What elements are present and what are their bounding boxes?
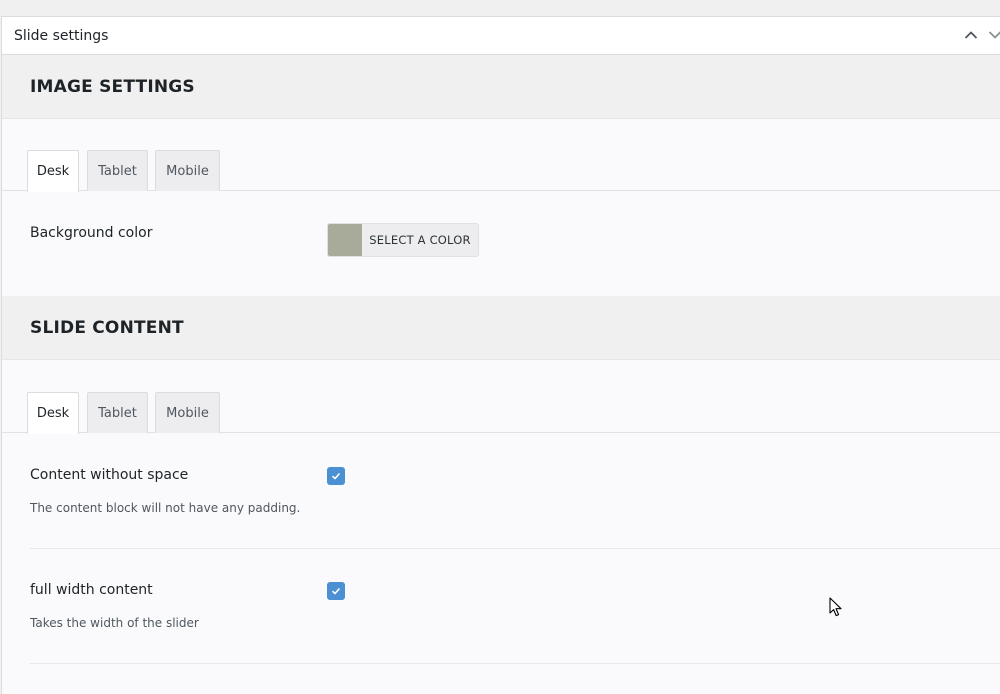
content-without-space-label: Content without space <box>30 467 189 483</box>
full-width-content-checkbox[interactable] <box>327 582 345 600</box>
select-color-button[interactable]: SELECT A COLOR <box>327 223 479 257</box>
background-color-label: Background color <box>30 225 153 241</box>
tab-mobile[interactable]: Mobile <box>155 150 220 191</box>
image-settings-header: IMAGE SETTINGS <box>2 55 1000 119</box>
content-without-space-checkbox[interactable] <box>327 467 345 485</box>
tab-desk[interactable]: Desk <box>27 392 79 434</box>
select-color-label: SELECT A COLOR <box>369 233 471 247</box>
full-width-content-label: full width content <box>30 582 153 598</box>
full-width-content-description: Takes the width of the slider <box>30 616 199 630</box>
slide-content-title: SLIDE CONTENT <box>30 318 184 338</box>
tab-desk[interactable]: Desk <box>27 150 79 192</box>
field-divider <box>30 548 1000 549</box>
image-settings-title: IMAGE SETTINGS <box>30 77 195 97</box>
slide-content-tabs: Desk Tablet Mobile <box>2 392 1000 434</box>
checkmark-icon <box>331 587 341 595</box>
panel-header: Slide settings <box>2 17 1000 55</box>
tab-tablet[interactable]: Tablet <box>87 392 148 433</box>
chevron-down-icon[interactable] <box>987 27 1000 43</box>
panel-title: Slide settings <box>14 28 109 44</box>
slide-settings-panel: Slide settings IMAGE SETTINGS Desk Table… <box>1 16 1000 694</box>
tab-tablet[interactable]: Tablet <box>87 150 148 191</box>
color-swatch <box>328 224 362 256</box>
image-settings-tabs: Desk Tablet Mobile <box>2 150 1000 192</box>
chevron-up-icon[interactable] <box>963 27 979 43</box>
tab-mobile[interactable]: Mobile <box>155 392 220 433</box>
field-divider <box>30 663 1000 664</box>
mouse-cursor-icon <box>829 597 842 617</box>
checkmark-icon <box>331 472 341 480</box>
content-without-space-description: The content block will not have any padd… <box>30 501 301 515</box>
slide-content-header: SLIDE CONTENT <box>2 296 1000 360</box>
